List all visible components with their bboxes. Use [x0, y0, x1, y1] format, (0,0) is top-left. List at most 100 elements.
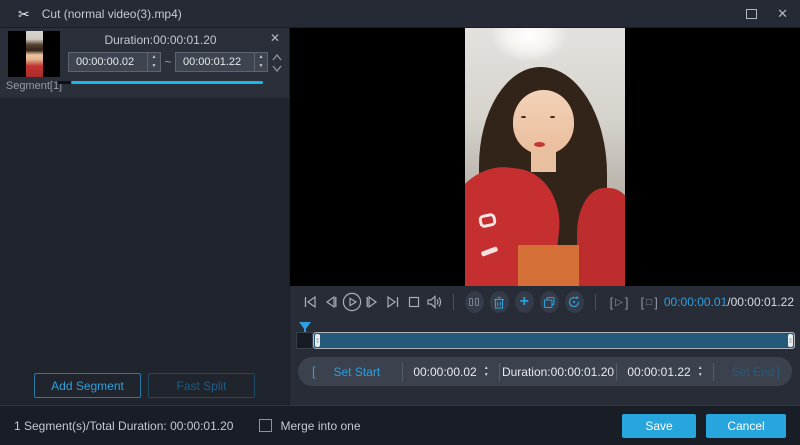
video-frame: [465, 28, 625, 286]
status-bar: 1 Segment(s)/Total Duration: 00:00:01.20…: [0, 405, 800, 445]
total-time: 00:00:01.22: [731, 295, 794, 309]
start-time-spinner: ▲ ▼: [484, 365, 489, 379]
segment-label: Segment[1]: [2, 80, 66, 92]
bracket-right: ]: [625, 295, 629, 310]
spinner-up-icon[interactable]: ▲: [148, 53, 160, 62]
trash-icon: [493, 296, 505, 309]
segment-time-inputs: 00:00:00.02 ▲ ▼ ~ 00:00:01.22 ▲ ▼: [68, 52, 268, 72]
merge-checkbox[interactable]: [259, 419, 272, 432]
spinner-down-icon[interactable]: ▼: [698, 372, 703, 379]
preview-panel: + [ ▷ ] [ □ ]: [290, 28, 800, 405]
window-title: Cut (normal video(3).mp4): [42, 7, 182, 21]
video-art-lips: [534, 142, 545, 147]
segment-end-time-value[interactable]: 00:00:01.22: [176, 53, 254, 71]
start-time-section: 00:00:00.02 ▲ ▼: [403, 357, 499, 386]
copy-segment-button[interactable]: [540, 291, 559, 313]
chevron-up-down-icon: [271, 52, 283, 74]
play-segment-icon: ▷: [615, 297, 623, 308]
play-segment-button[interactable]: [ ▷ ]: [610, 295, 629, 310]
timeline: [290, 318, 800, 352]
video-art-neck: [531, 149, 557, 172]
set-start-section: [ Set Start: [298, 357, 402, 386]
delete-segment-button[interactable]: [490, 291, 509, 313]
set-start-button[interactable]: Set Start: [333, 365, 394, 379]
stop-segment-button[interactable]: [ □ ]: [641, 295, 658, 310]
spinner-up-icon[interactable]: ▲: [484, 365, 489, 372]
go-to-end-icon[interactable]: [383, 290, 404, 314]
set-end-button[interactable]: Set End: [732, 365, 775, 379]
previous-frame-icon[interactable]: [321, 290, 342, 314]
segment-thumbnail[interactable]: [8, 31, 60, 77]
duration-section: Duration:00:00:01.20: [500, 357, 616, 386]
divider: [453, 294, 454, 310]
next-frame-icon[interactable]: [362, 290, 383, 314]
cut-dialog-window: ✂ Cut (normal video(3).mp4) ✕ Segment[1]…: [0, 0, 800, 445]
maximize-icon[interactable]: [746, 9, 757, 19]
segment-start-spinner: ▲ ▼: [147, 53, 160, 71]
window-controls: ✕: [746, 7, 788, 20]
reset-button[interactable]: [565, 291, 584, 313]
add-segment-circle-button[interactable]: +: [515, 291, 534, 313]
play-icon[interactable]: [341, 290, 362, 314]
spinner-up-icon[interactable]: ▲: [255, 53, 267, 62]
progress-fill: [71, 81, 263, 84]
segment-start-time-input[interactable]: 00:00:00.02 ▲ ▼: [68, 52, 161, 72]
segment-panel-buttons: Add Segment Fast Split: [0, 373, 289, 398]
bracket-left: [: [641, 295, 645, 310]
volume-icon[interactable]: [424, 290, 445, 314]
timeline-unselected-lead: [296, 332, 313, 349]
fast-split-button[interactable]: Fast Split: [148, 373, 255, 398]
merge-label: Merge into one: [280, 419, 360, 433]
bracket-left: [: [610, 295, 614, 310]
range-separator: ~: [161, 55, 175, 69]
set-end-bracket-icon: ]: [776, 364, 780, 379]
spinner-up-icon[interactable]: ▲: [698, 365, 703, 372]
segments-summary: 1 Segment(s)/Total Duration: 00:00:01.20: [14, 419, 233, 433]
split-segment-button[interactable]: [465, 291, 484, 313]
spinner-down-icon[interactable]: ▼: [484, 372, 489, 379]
reset-icon: [567, 295, 581, 309]
video-art-lamp: [491, 28, 568, 62]
close-icon[interactable]: ✕: [777, 7, 788, 20]
video-art-shirt: [518, 245, 579, 286]
split-icon: [469, 298, 479, 306]
segment-card: Segment[1] Duration:00:00:01.20 00:00:00…: [0, 28, 289, 98]
stop-icon[interactable]: [404, 290, 425, 314]
stop-segment-icon: □: [646, 297, 652, 308]
spinner-down-icon[interactable]: ▼: [148, 62, 160, 71]
segment-duration-label: Duration:00:00:01.20: [64, 33, 257, 47]
video-area: [290, 28, 800, 286]
video-art-eye: [550, 116, 555, 118]
thumbnail-image: [26, 31, 43, 77]
go-to-start-icon[interactable]: [300, 290, 321, 314]
current-time: 00:00:00.01: [664, 295, 727, 309]
end-time-value[interactable]: 00:00:01.22: [627, 365, 690, 379]
segment-panel: Segment[1] Duration:00:00:01.20 00:00:00…: [0, 28, 290, 405]
segment-end-spinner: ▲ ▼: [254, 53, 267, 71]
bracket-right: ]: [654, 295, 658, 310]
plus-icon: +: [520, 294, 529, 310]
segment-reorder-icons[interactable]: [271, 52, 283, 79]
timeline-selected-range[interactable]: [313, 332, 795, 349]
transport-controls: + [ ▷ ] [ □ ]: [290, 286, 800, 318]
add-segment-button[interactable]: Add Segment: [34, 373, 141, 398]
duration-label: Duration:00:00:01.20: [502, 365, 614, 379]
range-start-handle[interactable]: [315, 334, 320, 347]
segment-remove-icon[interactable]: ✕: [270, 32, 280, 44]
progress-lead: [58, 81, 71, 84]
start-time-value[interactable]: 00:00:00.02: [413, 365, 476, 379]
divider: [595, 294, 596, 310]
range-end-handle[interactable]: [788, 334, 793, 347]
cancel-button[interactable]: Cancel: [706, 414, 786, 438]
segment-start-time-value[interactable]: 00:00:00.02: [69, 53, 147, 71]
segment-progress-bar: [58, 81, 263, 84]
titlebar: ✂ Cut (normal video(3).mp4) ✕: [0, 0, 800, 28]
save-button[interactable]: Save: [622, 414, 696, 438]
dialog-body: Segment[1] Duration:00:00:01.20 00:00:00…: [0, 28, 800, 405]
video-art-hoodie-right: [577, 188, 625, 286]
segment-end-time-input[interactable]: 00:00:01.22 ▲ ▼: [175, 52, 268, 72]
spinner-down-icon[interactable]: ▼: [255, 62, 267, 71]
end-time-spinner: ▲ ▼: [698, 365, 703, 379]
scissors-icon: ✂: [18, 7, 30, 21]
set-start-bracket-icon: [: [312, 364, 316, 379]
